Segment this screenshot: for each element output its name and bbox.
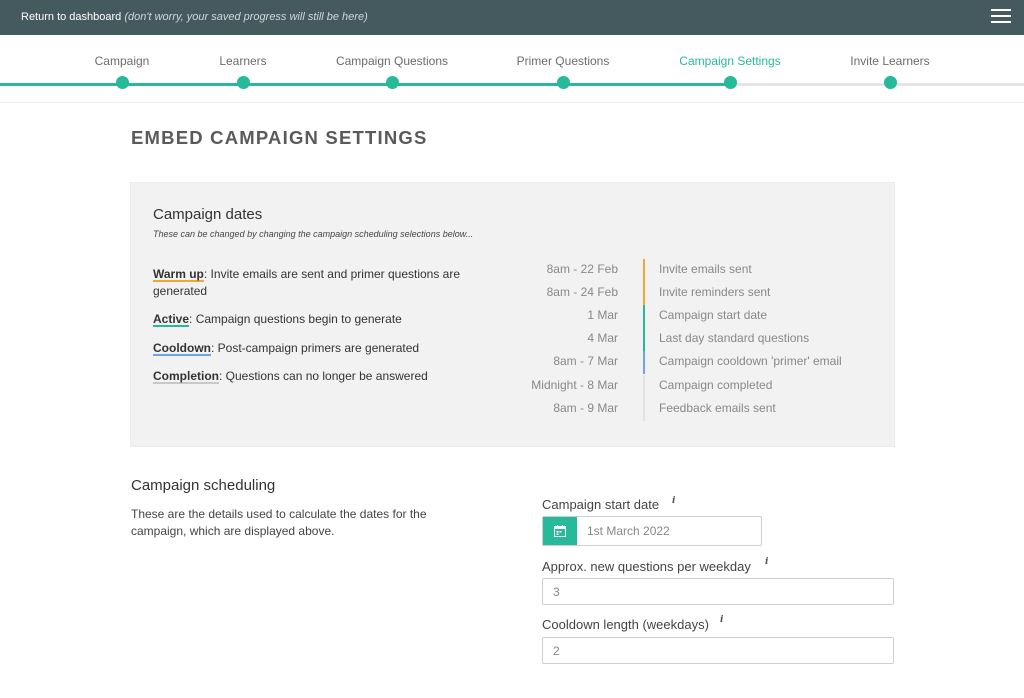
phase-warm-up: Warm up: Invite emails are sent and prim… (153, 266, 493, 300)
phase-name: Cooldown (153, 341, 211, 355)
phase-name: Warm up (153, 267, 204, 281)
scheduling-title: Campaign scheduling (131, 477, 276, 494)
questions-per-weekday-value[interactable]: 3 (553, 585, 560, 599)
phase-name: Active (153, 312, 190, 326)
calendar-icon[interactable] (554, 525, 566, 537)
timeline-time: 4 Mar (587, 331, 618, 345)
timeline-time: 8am - 9 Mar (553, 401, 618, 415)
step-label[interactable]: Campaign Settings (650, 54, 810, 68)
campaign-dates-panel: Campaign dates These can be changed by c… (130, 182, 895, 447)
timeline-bar (643, 351, 645, 374)
phase-completion: Completion: Questions can no longer be a… (153, 368, 493, 385)
timeline-event: Last day standard questions (659, 331, 810, 345)
step-campaign-settings[interactable]: Campaign Settings (650, 35, 810, 91)
return-to-dashboard-link[interactable]: Return to dashboard (don't worry, your s… (21, 11, 368, 23)
scheduling-description: These are the details used to calculate … (131, 507, 427, 538)
step-dot[interactable] (237, 76, 250, 89)
timeline-event: Invite reminders sent (659, 285, 771, 299)
phase-description: : Campaign questions begin to generate (189, 312, 402, 326)
timeline-row: 4 Mar Last day standard questions (521, 328, 881, 351)
start-date-label: Campaign start date (542, 497, 660, 512)
phase-description: : Questions can no longer be answered (219, 369, 428, 383)
cooldown-length-value[interactable]: 2 (553, 644, 560, 658)
return-note: (don't worry, your saved progress will s… (124, 11, 368, 23)
timeline-row: 8am - 9 Mar Feedback emails sent (521, 398, 881, 421)
step-dot[interactable] (884, 76, 897, 89)
return-label[interactable]: Return to dashboard (21, 11, 121, 23)
timeline-time: 8am - 22 Feb (546, 262, 618, 276)
step-campaign-questions[interactable]: Campaign Questions (312, 35, 472, 91)
step-dot[interactable] (724, 76, 737, 89)
hamburger-icon[interactable] (991, 9, 1011, 25)
timeline-bar (643, 328, 645, 351)
timeline-bar (643, 282, 645, 305)
step-learners[interactable]: Learners (163, 35, 323, 91)
timeline-row: 1 Mar Campaign start date (521, 305, 881, 328)
timeline-bar (643, 398, 645, 421)
step-dot[interactable] (557, 76, 570, 89)
panel-subtitle: These can be changed by changing the cam… (153, 229, 474, 239)
questions-per-weekday-input[interactable]: 3 (542, 578, 894, 605)
info-icon[interactable]: i (765, 557, 768, 567)
info-icon[interactable]: i (672, 496, 675, 506)
panel-title: Campaign dates (153, 206, 263, 223)
top-bar: Return to dashboard (don't worry, your s… (0, 0, 1024, 35)
step-dot[interactable] (116, 76, 129, 89)
phase-name: Completion (153, 369, 219, 383)
step-label[interactable]: Primer Questions (483, 54, 643, 68)
timeline-row: 8am - 24 Feb Invite reminders sent (521, 282, 881, 305)
phase-cooldown: Cooldown: Post-campaign primers are gene… (153, 340, 493, 357)
page-title: EMBED CAMPAIGN SETTINGS (131, 127, 428, 148)
timeline-bar (643, 259, 645, 282)
timeline-event: Campaign completed (659, 378, 773, 392)
questions-per-weekday-label: Approx. new questions per weekday (542, 559, 751, 574)
timeline-row: 8am - 22 Feb Invite emails sent (521, 259, 881, 282)
start-date-field[interactable]: 1st March 2022 (542, 516, 762, 546)
progress-stepper: Campaign Learners Campaign Questions Pri… (0, 35, 1024, 103)
timeline-time: Midnight - 8 Mar (531, 378, 618, 392)
cooldown-length-label: Cooldown length (weekdays) (542, 617, 709, 632)
calendar-button[interactable] (543, 517, 577, 545)
timeline-row: 8am - 7 Mar Campaign cooldown 'primer' e… (521, 351, 881, 374)
timeline-time: 1 Mar (587, 308, 618, 322)
timeline-event: Campaign cooldown 'primer' email (659, 354, 842, 368)
timeline-event: Campaign start date (659, 308, 768, 322)
info-icon[interactable]: i (720, 615, 723, 625)
timeline-time: 8am - 7 Mar (553, 354, 618, 368)
timeline-row: Midnight - 8 Mar Campaign completed (521, 375, 881, 398)
step-dot[interactable] (386, 76, 399, 89)
start-date-value[interactable]: 1st March 2022 (587, 524, 670, 538)
phase-description: : Post-campaign primers are generated (210, 341, 420, 355)
cooldown-length-input[interactable]: 2 (542, 637, 894, 664)
step-label[interactable]: Invite Learners (810, 54, 970, 68)
step-invite-learners[interactable]: Invite Learners (810, 35, 970, 91)
timeline-bar (643, 375, 645, 398)
step-label[interactable]: Campaign Questions (312, 54, 472, 68)
step-primer-questions[interactable]: Primer Questions (483, 35, 643, 91)
step-label[interactable]: Learners (163, 54, 323, 68)
phase-active: Active: Campaign questions begin to gene… (153, 311, 493, 328)
timeline-time: 8am - 24 Feb (546, 285, 618, 299)
timeline-event: Invite emails sent (659, 262, 752, 276)
timeline-event: Feedback emails sent (659, 401, 776, 415)
timeline-bar (643, 305, 645, 328)
